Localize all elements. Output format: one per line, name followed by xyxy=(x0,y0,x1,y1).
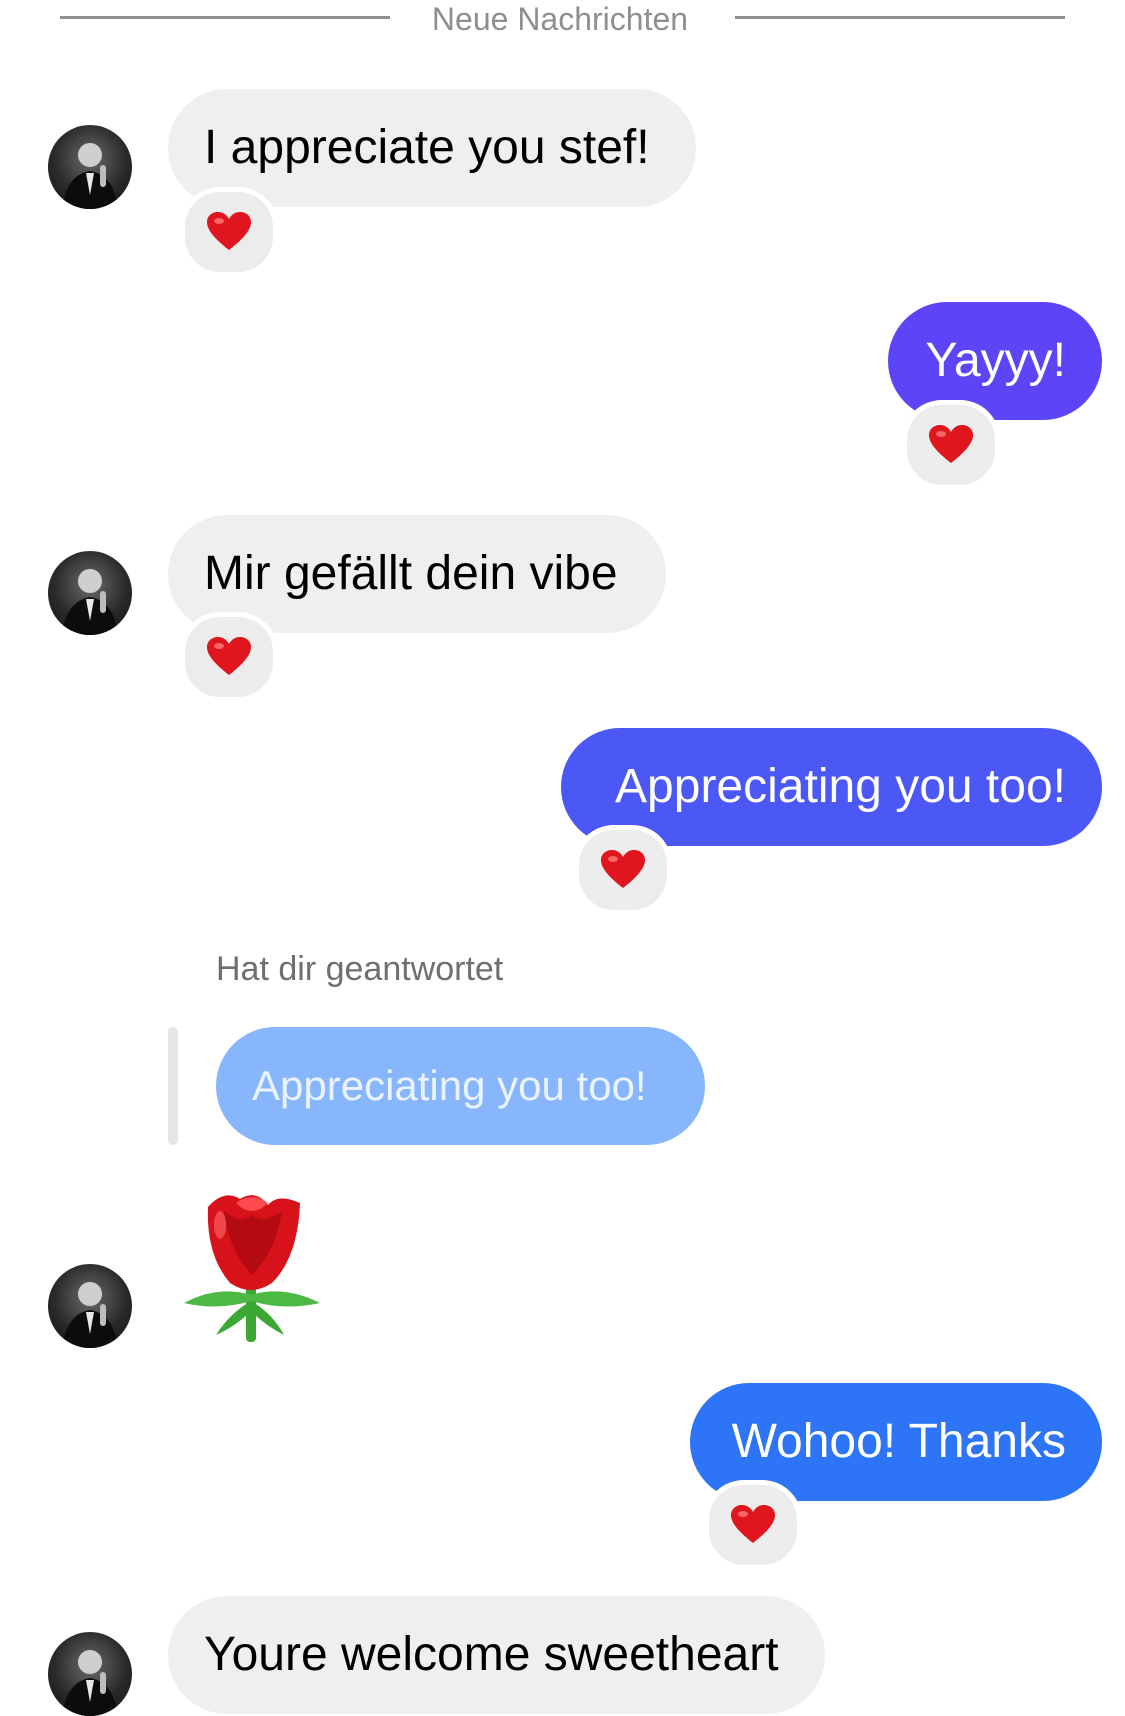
heart-reaction[interactable] xyxy=(180,187,278,277)
heart-reaction[interactable] xyxy=(574,825,672,915)
contact-avatar[interactable] xyxy=(48,125,132,209)
heart-icon xyxy=(207,637,251,675)
rose-icon xyxy=(184,1195,320,1342)
heart-icon xyxy=(207,212,251,250)
replied-to-you-label: Hat dir geantwortet xyxy=(216,950,504,988)
reply-indicator-bar xyxy=(168,1027,178,1145)
divider-line-left xyxy=(60,16,390,19)
rose-emoji-message[interactable] xyxy=(178,1185,328,1350)
new-messages-divider-label: Neue Nachrichten xyxy=(431,1,689,37)
heart-icon xyxy=(929,425,973,463)
contact-avatar[interactable] xyxy=(48,1632,132,1716)
divider-line-right xyxy=(735,16,1065,19)
heart-reaction[interactable] xyxy=(704,1480,802,1570)
contact-avatar[interactable] xyxy=(48,1264,132,1348)
quoted-message-bubble[interactable]: Appreciating you too! xyxy=(216,1027,705,1145)
message-bubble-outgoing[interactable]: Yayyy! xyxy=(888,302,1102,420)
message-bubble-incoming[interactable]: Youre welcome sweetheart xyxy=(168,1596,825,1714)
heart-reaction[interactable] xyxy=(180,612,278,702)
heart-reaction[interactable] xyxy=(902,400,1000,490)
heart-icon xyxy=(601,850,645,888)
heart-icon xyxy=(731,1505,775,1543)
contact-avatar[interactable] xyxy=(48,551,132,635)
